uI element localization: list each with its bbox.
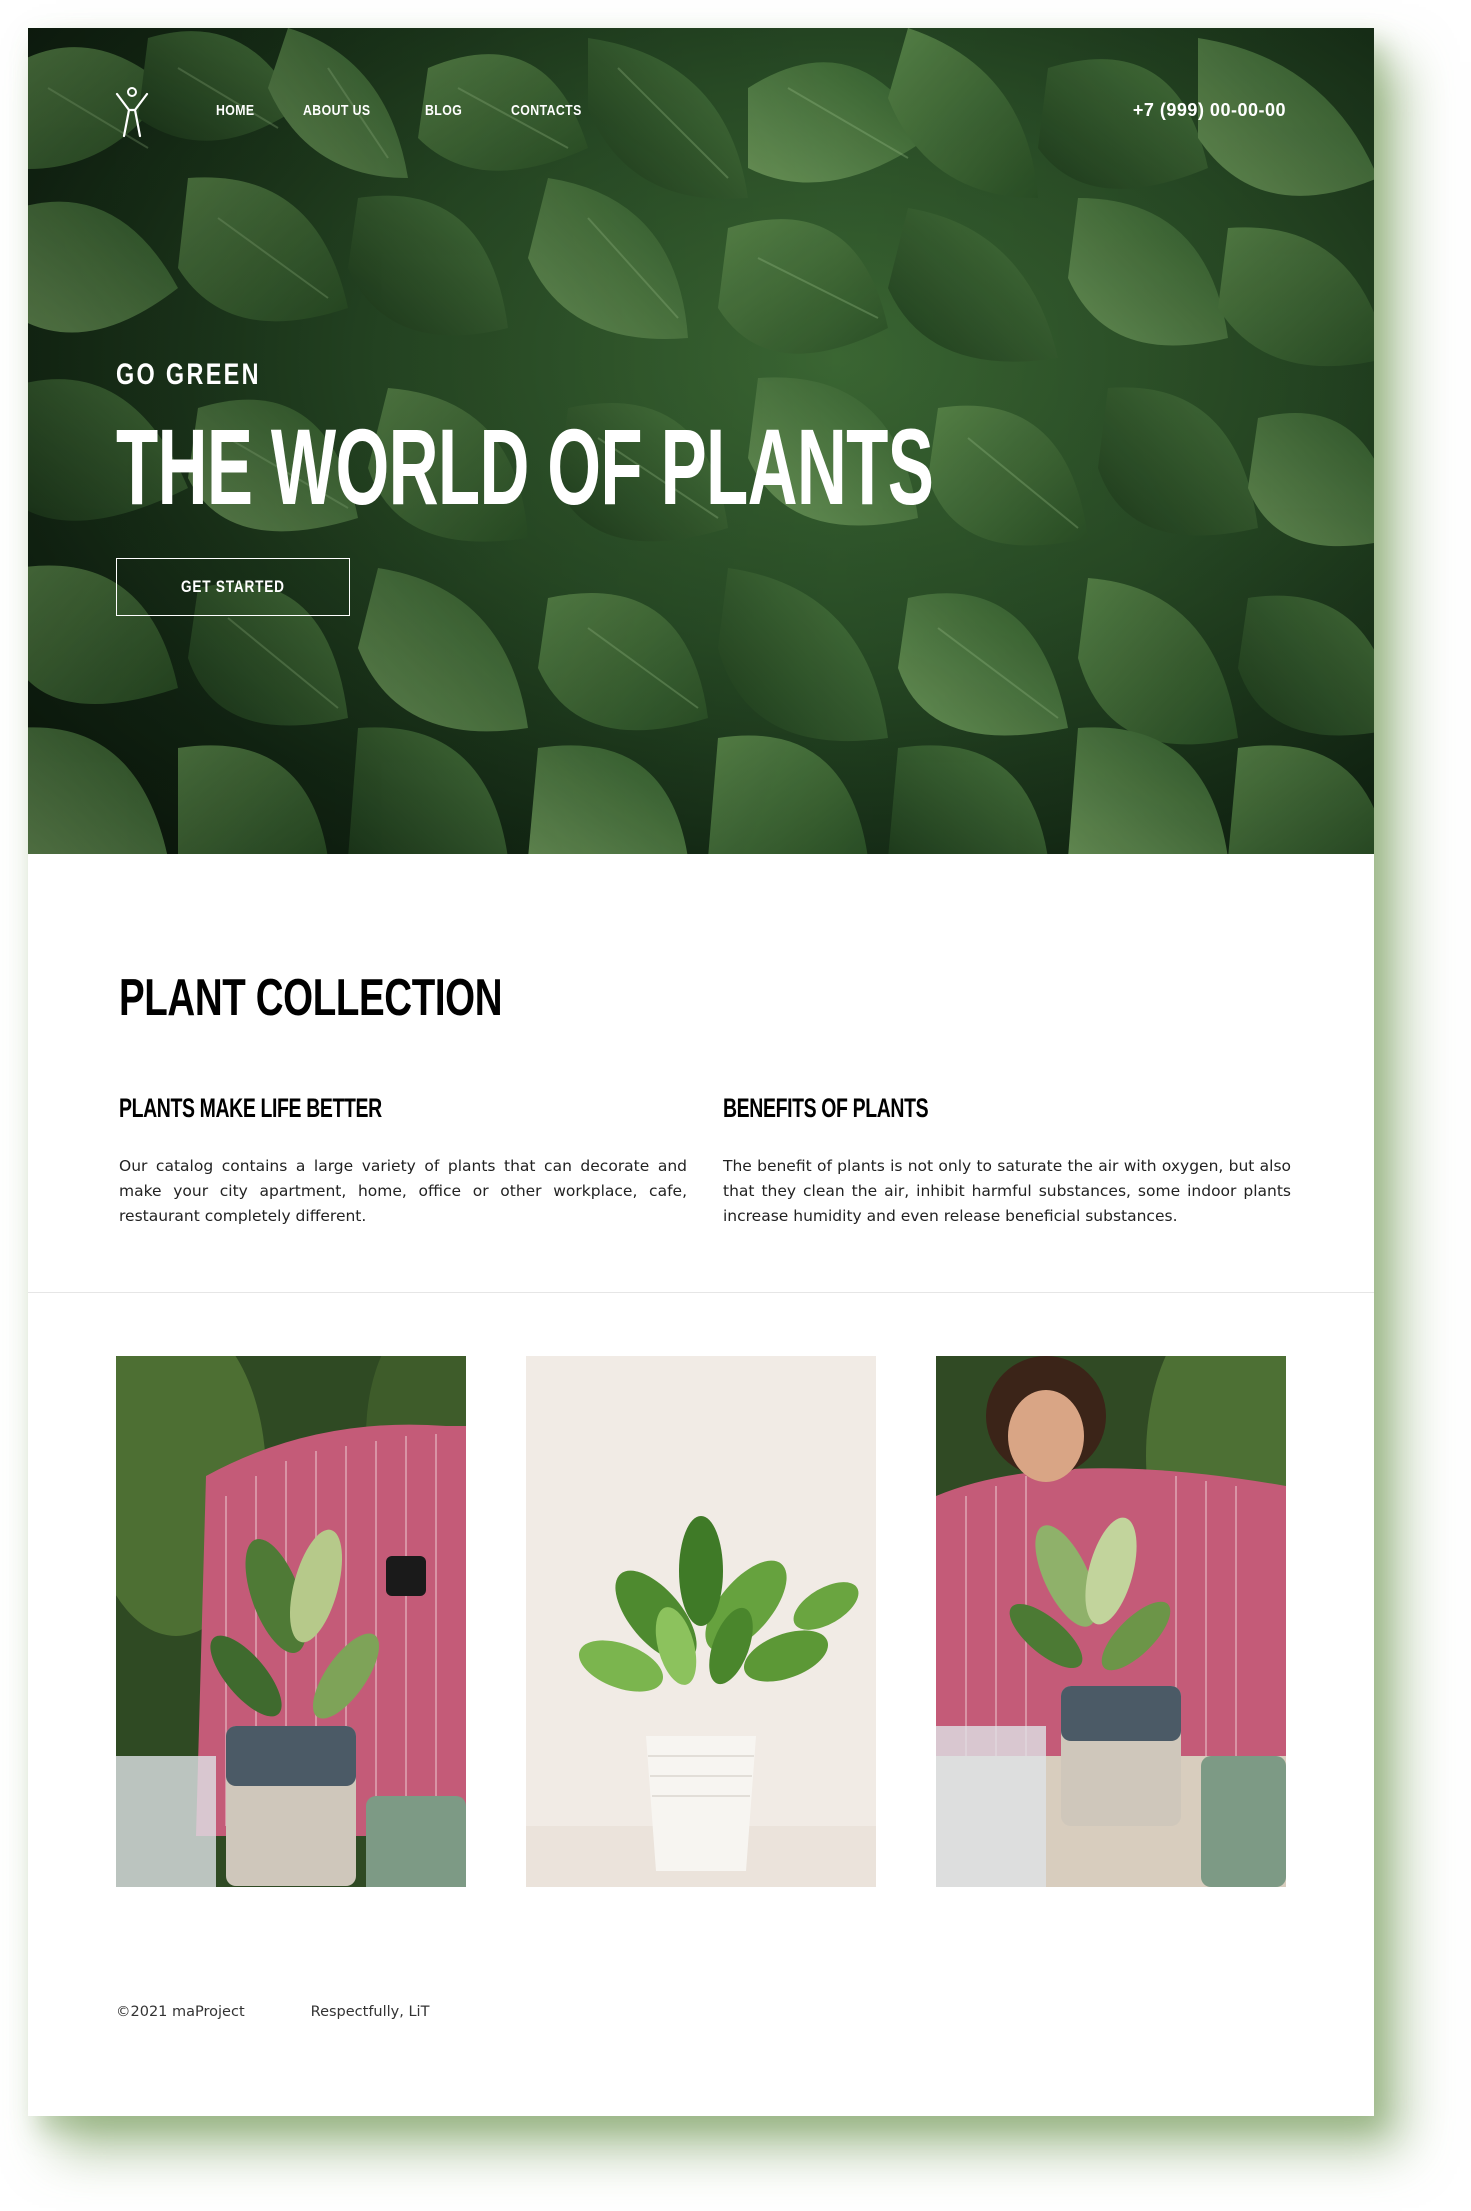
nav-item-blog[interactable]: BLOG [425, 102, 462, 119]
phone-link[interactable]: +7 (999) 00-00-00 [1133, 100, 1286, 121]
person-arms-raised-icon[interactable] [114, 84, 150, 138]
collection-title: PLANT COLLECTION [119, 969, 503, 1027]
get-started-button[interactable]: GET STARTED [116, 558, 350, 616]
get-started-label: GET STARTED [181, 577, 285, 596]
gallery-photo-woman-spraying[interactable] [116, 1356, 466, 1887]
main-nav: HOME ABOUT US BLOG CONTACTS [216, 102, 637, 119]
footer-copyright: ©2021 maProject [116, 2004, 245, 2020]
footer-credit: Respectfully, LiT [310, 2004, 430, 2020]
column-text: The benefit of plants is not only to sat… [723, 1157, 1291, 1225]
footer: ©2021 maProject Respectfully, LiT [116, 2004, 495, 2020]
collection-column-left: PLANTS MAKE LIFE BETTER Our catalog cont… [119, 1093, 687, 1229]
column-text: Our catalog contains a large variety of … [119, 1157, 687, 1225]
gallery-photo-white-pot-plant[interactable] [526, 1356, 876, 1887]
column-heading: PLANTS MAKE LIFE BETTER [119, 1093, 382, 1123]
nav-item-contacts[interactable]: CONTACTS [511, 102, 582, 119]
gallery-photo-woman-potting[interactable] [936, 1356, 1286, 1887]
nav-item-about-us[interactable]: ABOUT US [303, 102, 371, 119]
column-heading: BENEFITS OF PLANTS [723, 1093, 929, 1123]
collection-column-right: BENEFITS OF PLANTS The benefit of plants… [723, 1093, 1291, 1229]
nav-item-home[interactable]: HOME [216, 102, 255, 119]
hero-eyebrow: GO GREEN [116, 358, 261, 391]
hero-title: THE WORLD OF PLANTS [116, 406, 934, 527]
page: HOME ABOUT US BLOG CONTACTS +7 (999) 00-… [28, 28, 1374, 2116]
hero-section: HOME ABOUT US BLOG CONTACTS +7 (999) 00-… [28, 28, 1374, 854]
section-divider [28, 1292, 1374, 1293]
